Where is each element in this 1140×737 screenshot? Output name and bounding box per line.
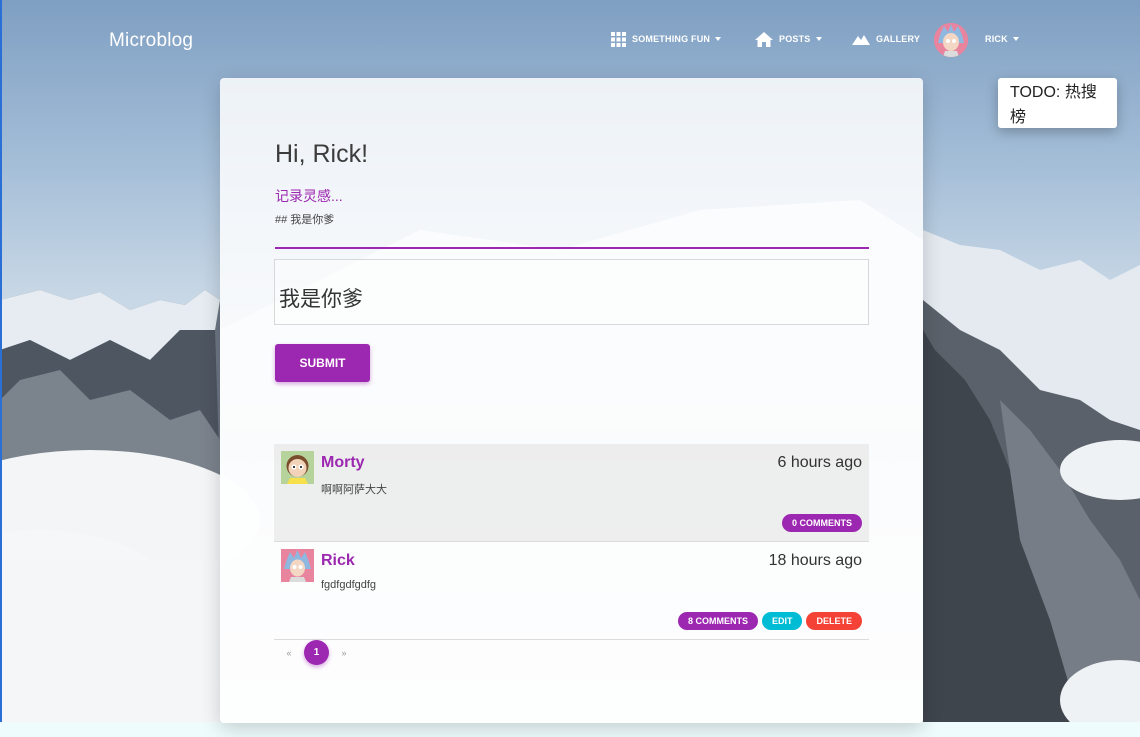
post-actions: 8 COMMENTS EDIT DELETE	[677, 612, 862, 630]
greeting-heading: Hi, Rick!	[275, 140, 369, 168]
top-navbar: SOMETHING FUN POSTS GALLERY RICK	[0, 23, 1140, 57]
pagination-prev[interactable]: «	[274, 648, 304, 658]
comments-badge[interactable]: 0 COMMENTS	[781, 514, 862, 532]
post-input-underline	[275, 247, 869, 249]
main-card: Hi, Rick! 记录灵感... ## 我是你爹 我是你爹 SUBMIT Mo…	[220, 78, 923, 723]
post-body: 啊啊阿萨大大	[321, 484, 387, 496]
nav-user-label: RICK	[985, 34, 1008, 44]
nav-posts[interactable]: POSTS	[755, 24, 822, 54]
post-item: Rick 18 hours ago fgdfgdfgdfg 8 COMMENTS…	[274, 542, 869, 640]
todo-popup: TODO: 热搜榜	[998, 78, 1117, 128]
grid-icon	[611, 31, 626, 47]
avatar[interactable]	[281, 451, 314, 484]
user-avatar[interactable]	[934, 23, 968, 57]
home-icon	[755, 31, 773, 47]
nav-user-menu[interactable]: RICK	[985, 24, 1019, 54]
pagination-page-1[interactable]: 1	[304, 640, 329, 665]
markdown-preview-text: 我是你爹	[279, 288, 363, 311]
nav-something-fun-label: SOMETHING FUN	[632, 34, 711, 44]
chevron-down-icon	[815, 37, 822, 41]
mountain-icon	[852, 35, 870, 45]
window-left-edge	[0, 0, 2, 722]
nav-something-fun[interactable]: SOMETHING FUN	[611, 24, 722, 54]
post-actions: 0 COMMENTS	[781, 514, 862, 532]
chevron-down-icon	[715, 37, 722, 41]
todo-popup-text: TODO: 热搜榜	[1010, 84, 1097, 126]
markdown-preview: 我是你爹	[274, 259, 869, 325]
delete-button[interactable]: DELETE	[806, 612, 862, 630]
post-author[interactable]: Morty	[321, 454, 365, 472]
post-timestamp: 18 hours ago	[768, 552, 862, 569]
nav-gallery[interactable]: GALLERY	[852, 24, 920, 54]
pagination-next[interactable]: »	[329, 648, 359, 658]
post-body: fgdfgdfgdfg	[321, 579, 377, 591]
post-item: Morty 6 hours ago 啊啊阿萨大大 0 COMMENTS	[274, 444, 869, 542]
chevron-down-icon	[1012, 37, 1019, 41]
post-input-label: 记录灵感...	[275, 188, 343, 204]
submit-button[interactable]: SUBMIT	[275, 344, 370, 382]
avatar[interactable]	[281, 549, 314, 582]
post-input[interactable]: ## 我是你爹	[275, 211, 334, 227]
comments-badge[interactable]: 8 COMMENTS	[677, 612, 758, 630]
edit-button[interactable]: EDIT	[761, 612, 803, 630]
post-timestamp: 6 hours ago	[777, 454, 862, 471]
nav-posts-label: POSTS	[779, 34, 811, 44]
nav-gallery-label: GALLERY	[876, 34, 921, 44]
post-author[interactable]: Rick	[321, 552, 355, 570]
post-list: Morty 6 hours ago 啊啊阿萨大大 0 COMMENTS Rick…	[274, 444, 869, 640]
pagination: « 1 »	[274, 640, 359, 665]
